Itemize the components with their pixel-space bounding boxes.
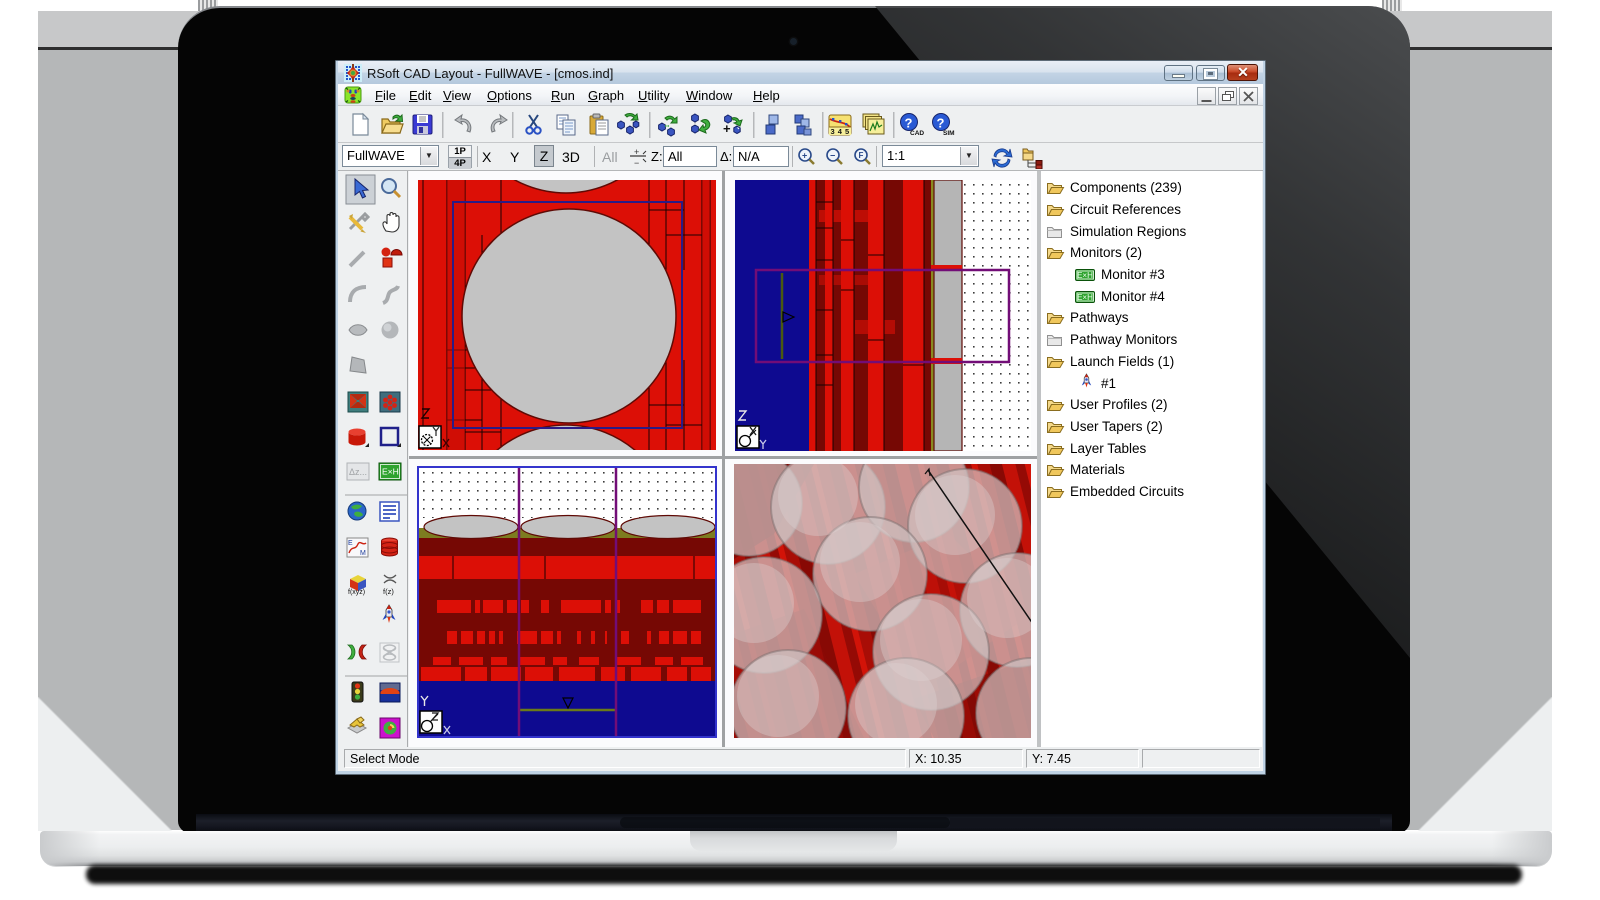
- svg-text:+: +: [634, 147, 639, 157]
- svg-text:F: F: [859, 151, 864, 160]
- svg-text:+: +: [802, 151, 807, 161]
- svg-text:−: −: [830, 151, 835, 161]
- svg-text:−: −: [634, 158, 639, 167]
